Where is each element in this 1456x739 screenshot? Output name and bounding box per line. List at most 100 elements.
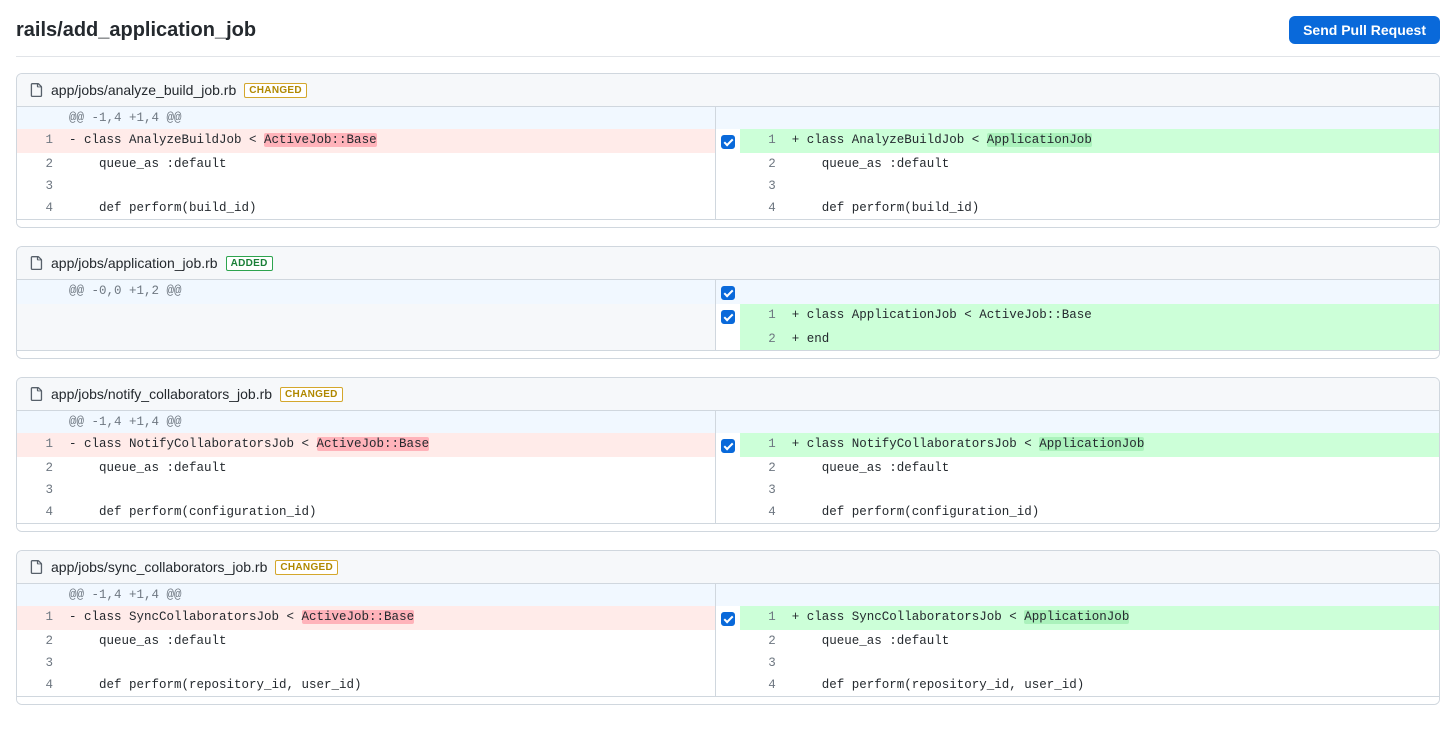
code-left	[63, 328, 716, 350]
code-left	[63, 304, 716, 328]
hunk-header-row: @@ -1,4 +1,4 @@	[17, 584, 1439, 606]
code-right: def perform(repository_id, user_id)	[786, 674, 1439, 696]
line-number-right: 2	[740, 457, 786, 479]
code-right	[786, 479, 1439, 501]
hunk-header: @@ -1,4 +1,4 @@	[63, 107, 716, 129]
diff-row: 33	[17, 479, 1439, 501]
line-number-left: 2	[17, 457, 63, 479]
line-number-right: 1	[740, 433, 786, 457]
code-left	[63, 479, 716, 501]
diff-table: @@ -0,0 +1,2 @@1+ class ApplicationJob <…	[17, 280, 1439, 350]
file-path: app/jobs/notify_collaborators_job.rb	[51, 386, 272, 402]
line-checkbox[interactable]	[721, 310, 735, 324]
code-right	[786, 175, 1439, 197]
line-number-right: 4	[740, 197, 786, 219]
line-number-right: 2	[740, 630, 786, 652]
code-right: + end	[786, 328, 1439, 350]
status-badge-changed: CHANGED	[244, 83, 307, 98]
status-badge-added: ADDED	[226, 256, 273, 271]
code-left: queue_as :default	[63, 153, 716, 175]
line-number-left: 2	[17, 630, 63, 652]
line-checkbox[interactable]	[721, 612, 735, 626]
file-icon	[29, 386, 43, 402]
file-path: app/jobs/analyze_build_job.rb	[51, 82, 236, 98]
diff-row: 33	[17, 652, 1439, 674]
line-number-right: 4	[740, 501, 786, 523]
line-number-right: 3	[740, 175, 786, 197]
line-number-left: 4	[17, 501, 63, 523]
status-badge-changed: CHANGED	[280, 387, 343, 402]
send-pull-request-button[interactable]: Send Pull Request	[1289, 16, 1440, 44]
diff-row: 4 def perform(configuration_id)4 def per…	[17, 501, 1439, 523]
page-title: rails/add_application_job	[16, 19, 256, 42]
removed-token: ActiveJob::Base	[317, 437, 430, 451]
file-header[interactable]: app/jobs/notify_collaborators_job.rb CHAN…	[17, 378, 1439, 411]
line-checkbox[interactable]	[721, 135, 735, 149]
line-number-left	[17, 304, 63, 328]
file-path: app/jobs/application_job.rb	[51, 255, 218, 271]
diff-table: @@ -1,4 +1,4 @@1- class AnalyzeBuildJob …	[17, 107, 1439, 219]
code-right: queue_as :default	[786, 457, 1439, 479]
page-header: rails/add_application_job Send Pull Requ…	[16, 16, 1440, 57]
diff-row: 1- class NotifyCollaboratorsJob < Active…	[17, 433, 1439, 457]
line-number-right: 4	[740, 674, 786, 696]
file-header[interactable]: app/jobs/application_job.rb ADDED	[17, 247, 1439, 280]
line-number-left: 3	[17, 652, 63, 674]
diff-table: @@ -1,4 +1,4 @@1- class NotifyCollaborat…	[17, 411, 1439, 523]
file-diff: app/jobs/notify_collaborators_job.rb CHAN…	[16, 377, 1440, 532]
file-footer	[17, 523, 1439, 531]
file-footer	[17, 219, 1439, 227]
added-token: ApplicationJob	[1039, 437, 1144, 451]
line-number-right: 3	[740, 479, 786, 501]
line-number-left	[17, 328, 63, 350]
line-number-left: 4	[17, 674, 63, 696]
hunk-header-row: @@ -0,0 +1,2 @@	[17, 280, 1439, 304]
file-icon	[29, 559, 43, 575]
code-left: queue_as :default	[63, 630, 716, 652]
code-left: def perform(build_id)	[63, 197, 716, 219]
diff-row: 2 queue_as :default2 queue_as :default	[17, 153, 1439, 175]
hunk-header-row: @@ -1,4 +1,4 @@	[17, 107, 1439, 129]
diff-row: 1+ class ApplicationJob < ActiveJob::Bas…	[17, 304, 1439, 328]
file-header[interactable]: app/jobs/sync_collaborators_job.rbCHANGE…	[17, 551, 1439, 584]
hunk-header: @@ -1,4 +1,4 @@	[63, 584, 716, 606]
file-diff: app/jobs/application_job.rb ADDED @@ -0,0 …	[16, 246, 1440, 359]
line-number-left: 4	[17, 197, 63, 219]
removed-token: ActiveJob::Base	[302, 610, 415, 624]
code-right: queue_as :default	[786, 153, 1439, 175]
code-left	[63, 175, 716, 197]
file-icon	[29, 255, 43, 271]
code-right: + class SyncCollaboratorsJob < Applicati…	[786, 606, 1439, 630]
code-right: queue_as :default	[786, 630, 1439, 652]
line-checkbox[interactable]	[721, 439, 735, 453]
diff-row: 2+ end	[17, 328, 1439, 350]
line-number-left: 1	[17, 129, 63, 153]
line-number-right: 1	[740, 304, 786, 328]
diff-row: 1- class SyncCollaboratorsJob < ActiveJo…	[17, 606, 1439, 630]
file-header[interactable]: app/jobs/analyze_build_job.rb CHANGED	[17, 74, 1439, 107]
code-right: def perform(configuration_id)	[786, 501, 1439, 523]
diff-row: 1- class AnalyzeBuildJob < ActiveJob::Ba…	[17, 129, 1439, 153]
code-left: def perform(repository_id, user_id)	[63, 674, 716, 696]
line-number-right: 1	[740, 129, 786, 153]
code-right	[786, 652, 1439, 674]
line-number-left: 3	[17, 175, 63, 197]
file-diff: app/jobs/analyze_build_job.rb CHANGED @@ -…	[16, 73, 1440, 228]
code-right: + class ApplicationJob < ActiveJob::Base	[786, 304, 1439, 328]
code-left: queue_as :default	[63, 457, 716, 479]
diff-row: 2 queue_as :default2 queue_as :default	[17, 457, 1439, 479]
diff-row: 33	[17, 175, 1439, 197]
line-number-left: 1	[17, 606, 63, 630]
line-number-left: 1	[17, 433, 63, 457]
diff-row: 4 def perform(repository_id, user_id)4 d…	[17, 674, 1439, 696]
file-footer	[17, 350, 1439, 358]
file-icon	[29, 82, 43, 98]
file-diff: app/jobs/sync_collaborators_job.rbCHANGE…	[16, 550, 1440, 705]
line-number-left: 2	[17, 153, 63, 175]
line-number-left: 3	[17, 479, 63, 501]
code-left: - class AnalyzeBuildJob < ActiveJob::Bas…	[63, 129, 716, 153]
hunk-checkbox[interactable]	[721, 286, 735, 300]
code-left	[63, 652, 716, 674]
status-badge-changed: CHANGED	[275, 560, 338, 575]
code-left: - class SyncCollaboratorsJob < ActiveJob…	[63, 606, 716, 630]
